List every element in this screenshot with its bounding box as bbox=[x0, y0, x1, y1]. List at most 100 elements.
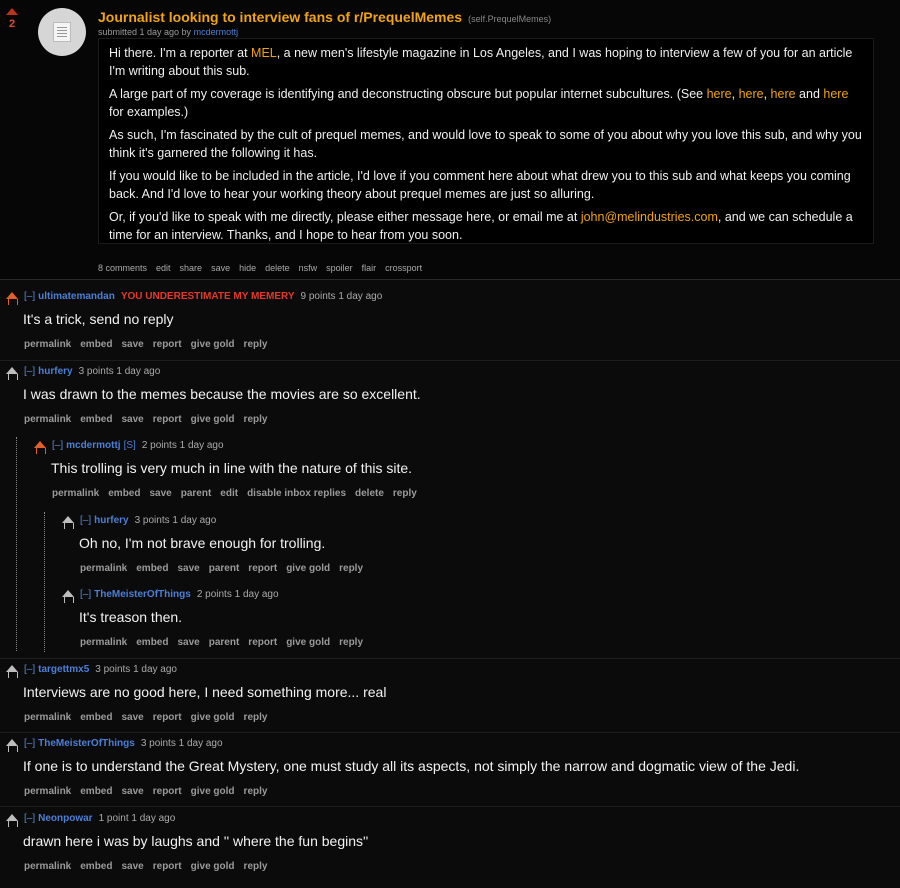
comment-button-report[interactable]: report bbox=[153, 861, 182, 872]
comment-author[interactable]: targettmx5 bbox=[38, 664, 89, 675]
upvote-arrow-icon[interactable] bbox=[4, 739, 20, 753]
comment-button-permalink[interactable]: permalink bbox=[80, 637, 127, 648]
comment-button-give-gold[interactable]: give gold bbox=[191, 339, 235, 350]
comment-button-parent[interactable]: parent bbox=[209, 637, 240, 648]
post-button-delete[interactable]: delete bbox=[265, 263, 290, 273]
self-post-thumbnail[interactable] bbox=[38, 8, 86, 56]
selftext-text: , bbox=[731, 87, 739, 101]
comment-button-save[interactable]: save bbox=[121, 712, 143, 723]
comment-button-save[interactable]: save bbox=[149, 488, 171, 499]
comment-button-reply[interactable]: reply bbox=[244, 861, 268, 872]
upvote-arrow-icon[interactable] bbox=[4, 814, 20, 828]
comment-button-report[interactable]: report bbox=[153, 712, 182, 723]
comment-button-report[interactable]: report bbox=[248, 563, 277, 574]
comment-author[interactable]: hurfery bbox=[94, 515, 128, 526]
post-button-save[interactable]: save bbox=[211, 263, 230, 273]
comment-author[interactable]: ultimatemandan bbox=[38, 291, 115, 302]
comment-button-give-gold[interactable]: give gold bbox=[191, 786, 235, 797]
collapse-toggle[interactable]: [–] bbox=[24, 664, 35, 675]
selftext-link[interactable]: here bbox=[823, 87, 848, 101]
comment-button-reply[interactable]: reply bbox=[244, 339, 268, 350]
post-button-8-comments[interactable]: 8 comments bbox=[98, 263, 147, 273]
comment-button-permalink[interactable]: permalink bbox=[24, 712, 71, 723]
comment-button-give-gold[interactable]: give gold bbox=[286, 637, 330, 648]
comment-button-permalink[interactable]: permalink bbox=[80, 563, 127, 574]
selftext-link[interactable]: here bbox=[771, 87, 796, 101]
comment-button-reply[interactable]: reply bbox=[244, 414, 268, 425]
comment-button-permalink[interactable]: permalink bbox=[24, 339, 71, 350]
comment-button-delete[interactable]: delete bbox=[355, 488, 384, 499]
upvote-arrow-icon[interactable] bbox=[6, 8, 18, 15]
comment-tagline: [–] mcdermottj [S] 2 points 1 day ago bbox=[52, 440, 224, 451]
comment-button-reply[interactable]: reply bbox=[339, 637, 363, 648]
comment-button-report[interactable]: report bbox=[153, 414, 182, 425]
comment-button-embed[interactable]: embed bbox=[80, 712, 112, 723]
comment-button-parent[interactable]: parent bbox=[209, 563, 240, 574]
upvote-arrow-icon[interactable] bbox=[60, 590, 76, 604]
collapse-toggle[interactable]: [–] bbox=[80, 515, 91, 526]
comment-button-parent[interactable]: parent bbox=[181, 488, 212, 499]
comment-button-reply[interactable]: reply bbox=[244, 786, 268, 797]
selftext-link[interactable]: here bbox=[707, 87, 732, 101]
comment-button-reply[interactable]: reply bbox=[393, 488, 417, 499]
comment-button-save[interactable]: save bbox=[177, 563, 199, 574]
post-button-flair[interactable]: flair bbox=[362, 263, 377, 273]
comment-button-save[interactable]: save bbox=[177, 637, 199, 648]
comment-button-report[interactable]: report bbox=[153, 339, 182, 350]
post-button-nsfw[interactable]: nsfw bbox=[299, 263, 318, 273]
post-button-crossport[interactable]: crossport bbox=[385, 263, 422, 273]
comment-button-reply[interactable]: reply bbox=[339, 563, 363, 574]
comment-button-reply[interactable]: reply bbox=[244, 712, 268, 723]
selftext-link[interactable]: john@melindustries.com bbox=[581, 210, 718, 224]
collapse-toggle[interactable]: [–] bbox=[24, 291, 35, 302]
comment-button-embed[interactable]: embed bbox=[136, 637, 168, 648]
comment-button-give-gold[interactable]: give gold bbox=[191, 861, 235, 872]
collapse-toggle[interactable]: [–] bbox=[24, 813, 35, 824]
collapse-toggle[interactable]: [–] bbox=[24, 366, 35, 377]
comment-author[interactable]: Neonpowar bbox=[38, 813, 92, 824]
comment-button-embed[interactable]: embed bbox=[80, 861, 112, 872]
comment-button-save[interactable]: save bbox=[121, 786, 143, 797]
selftext-link[interactable]: MEL bbox=[251, 46, 277, 60]
comment-button-report[interactable]: report bbox=[153, 786, 182, 797]
comment-button-embed[interactable]: embed bbox=[108, 488, 140, 499]
comment-button-embed[interactable]: embed bbox=[80, 339, 112, 350]
post-title[interactable]: Journalist looking to interview fans of … bbox=[98, 9, 551, 25]
comment-author[interactable]: TheMeisterOfThings bbox=[94, 589, 191, 600]
comment-button-save[interactable]: save bbox=[121, 339, 143, 350]
collapse-toggle[interactable]: [–] bbox=[24, 738, 35, 749]
comment-author[interactable]: hurfery bbox=[38, 366, 72, 377]
comment-button-permalink[interactable]: permalink bbox=[52, 488, 99, 499]
comment-button-give-gold[interactable]: give gold bbox=[286, 563, 330, 574]
comment-author[interactable]: mcdermottj bbox=[66, 440, 120, 451]
comment-button-disable-inbox-replies[interactable]: disable inbox replies bbox=[247, 488, 346, 499]
post-button-spoiler[interactable]: spoiler bbox=[326, 263, 353, 273]
post-domain[interactable]: (self.PrequelMemes) bbox=[468, 14, 551, 24]
comment-author[interactable]: TheMeisterOfThings bbox=[38, 738, 135, 749]
comment-button-permalink[interactable]: permalink bbox=[24, 861, 71, 872]
post-button-share[interactable]: share bbox=[180, 263, 203, 273]
upvote-arrow-icon[interactable] bbox=[4, 292, 20, 306]
comment-button-give-gold[interactable]: give gold bbox=[191, 414, 235, 425]
comment-button-edit[interactable]: edit bbox=[220, 488, 238, 499]
upvote-arrow-icon[interactable] bbox=[4, 367, 20, 381]
comment-button-embed[interactable]: embed bbox=[80, 414, 112, 425]
post-author[interactable]: mcdermottj bbox=[194, 27, 239, 37]
comment-button-save[interactable]: save bbox=[121, 414, 143, 425]
post-button-hide[interactable]: hide bbox=[239, 263, 256, 273]
comment-button-embed[interactable]: embed bbox=[80, 786, 112, 797]
comment-button-permalink[interactable]: permalink bbox=[24, 414, 71, 425]
post-title-text[interactable]: Journalist looking to interview fans of … bbox=[98, 9, 462, 25]
post-button-edit[interactable]: edit bbox=[156, 263, 171, 273]
upvote-arrow-icon[interactable] bbox=[4, 665, 20, 679]
upvote-arrow-icon[interactable] bbox=[60, 516, 76, 530]
comment-button-embed[interactable]: embed bbox=[136, 563, 168, 574]
comment-button-give-gold[interactable]: give gold bbox=[191, 712, 235, 723]
comment-button-save[interactable]: save bbox=[121, 861, 143, 872]
upvote-arrow-icon[interactable] bbox=[32, 441, 48, 455]
comment-button-report[interactable]: report bbox=[248, 637, 277, 648]
collapse-toggle[interactable]: [–] bbox=[80, 589, 91, 600]
collapse-toggle[interactable]: [–] bbox=[52, 440, 63, 451]
comment-button-permalink[interactable]: permalink bbox=[24, 786, 71, 797]
selftext-link[interactable]: here bbox=[739, 87, 764, 101]
